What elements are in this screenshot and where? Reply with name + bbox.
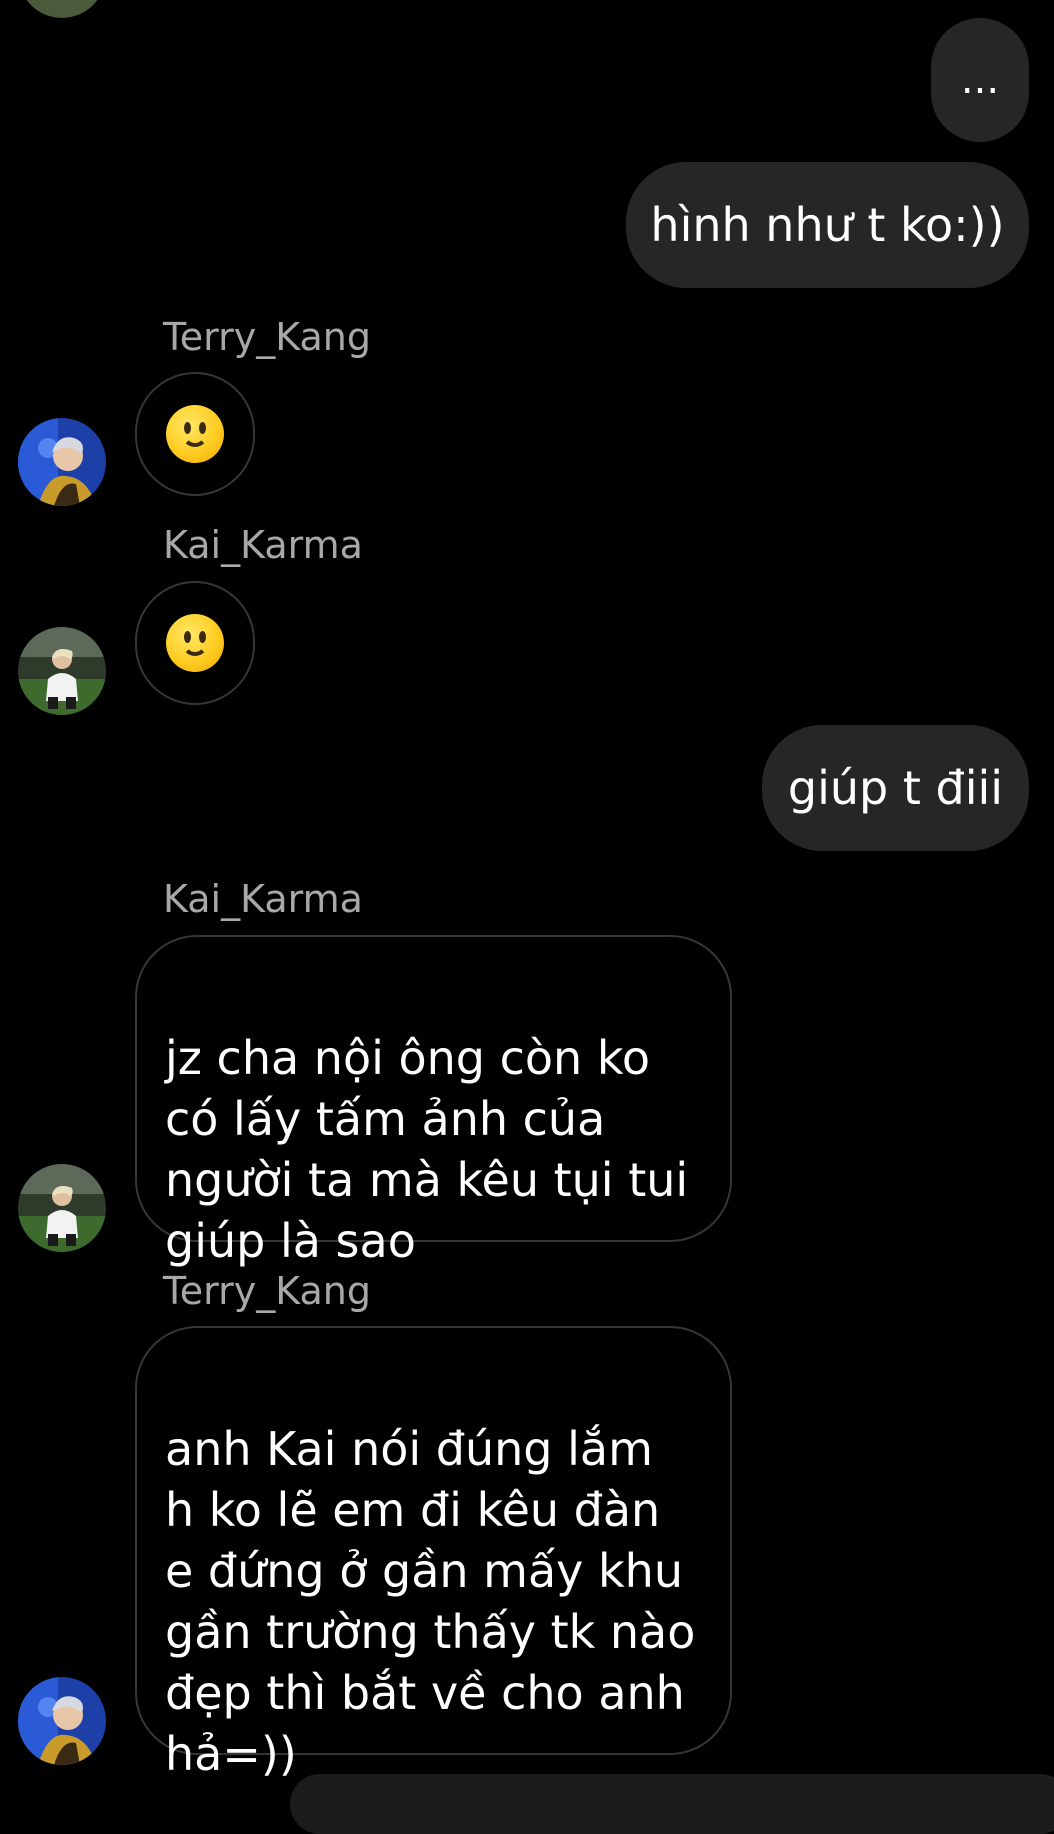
incoming-message-bubble[interactable] (135, 581, 255, 705)
sender-name: Kai_Karma (163, 877, 363, 921)
slightly-smiling-face-emoji (166, 614, 224, 672)
message-input-bar-partial[interactable] (290, 1774, 1054, 1834)
message-text: hình như t ko:)) (650, 198, 1005, 252)
incoming-message-bubble[interactable] (135, 372, 255, 496)
slightly-smiling-face-emoji (166, 405, 224, 463)
message-text: anh Kai nói đúng lắm h ko lẽ em đi kêu đ… (165, 1422, 696, 1781)
message-text: ... (960, 57, 1000, 103)
avatar-partial-top[interactable] (18, 0, 106, 18)
avatar-kai-karma[interactable] (18, 627, 106, 715)
sender-name: Terry_Kang (163, 315, 371, 359)
avatar-kai-karma[interactable] (18, 1164, 106, 1252)
avatar-terry-kang[interactable] (18, 1677, 106, 1765)
sender-name: Terry_Kang (163, 1269, 371, 1313)
message-text: jz cha nội ông còn ko có lấy tấm ảnh của… (165, 1031, 689, 1268)
outgoing-message-bubble[interactable]: giúp t điii (762, 725, 1029, 851)
avatar-terry-kang[interactable] (18, 418, 106, 506)
outgoing-message-bubble[interactable]: ... (931, 18, 1029, 142)
incoming-message-bubble[interactable]: anh Kai nói đúng lắm h ko lẽ em đi kêu đ… (135, 1326, 732, 1781)
outgoing-message-bubble[interactable]: hình như t ko:)) (626, 162, 1029, 288)
message-text: giúp t điii (787, 761, 1004, 815)
sender-name: Kai_Karma (163, 523, 363, 567)
incoming-message-bubble[interactable]: jz cha nội ông còn ko có lấy tấm ảnh của… (135, 935, 732, 1268)
